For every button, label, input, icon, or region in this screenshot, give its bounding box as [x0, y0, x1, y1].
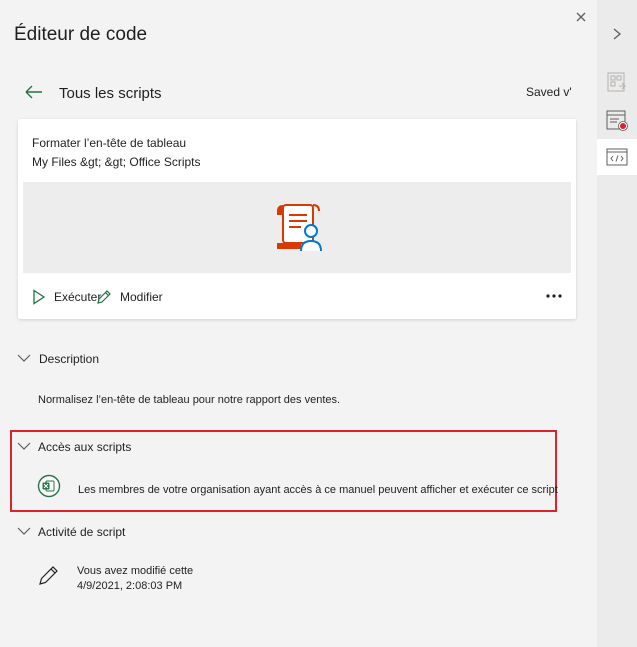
description-heading[interactable]: Description — [39, 352, 99, 366]
activity-timestamp: 4/9/2021, 2:08:03 PM — [77, 580, 183, 592]
play-icon — [33, 289, 46, 305]
script-card: Formater l’en-tête de tableau My Files &… — [18, 119, 576, 319]
excel-icon — [37, 474, 61, 498]
nav-title: Tous les scripts — [59, 85, 162, 102]
chevron-down-icon[interactable] — [17, 526, 31, 536]
script-preview — [23, 182, 571, 273]
script-gallery-button[interactable] — [597, 64, 637, 100]
script-path: My Files &gt; &gt; Office Scripts — [32, 155, 201, 169]
pane-title: Éditeur de code — [14, 24, 148, 45]
description-text: Normalisez l’en-tête de tableau pour not… — [38, 394, 341, 406]
code-editor-pane: Éditeur de code Tous les scripts Saved v… — [0, 0, 597, 647]
code-editor-icon — [606, 148, 628, 166]
run-label: Exécuter — [54, 290, 102, 304]
chevron-down-icon[interactable] — [17, 353, 31, 363]
chevron-down-icon[interactable] — [17, 441, 31, 451]
saved-status[interactable]: Saved v' — [526, 85, 572, 99]
run-button[interactable]: Exécuter — [32, 287, 101, 307]
script-gallery-icon — [607, 72, 626, 92]
chevron-right-icon — [613, 28, 622, 40]
script-person-icon — [277, 204, 322, 252]
pencil-icon — [97, 290, 111, 304]
script-title: Formater l’en-tête de tableau — [32, 136, 187, 150]
side-rail — [597, 0, 637, 647]
record-actions-icon — [606, 110, 628, 131]
pencil-icon — [39, 566, 58, 585]
edit-button[interactable]: Modifier — [96, 287, 163, 307]
close-icon[interactable] — [572, 8, 590, 26]
back-arrow-icon[interactable] — [24, 82, 44, 102]
access-heading[interactable]: Accès aux scripts — [38, 440, 131, 454]
edit-label: Modifier — [120, 290, 163, 304]
activity-line-1: Vous avez modifié cette — [77, 565, 194, 577]
more-icon[interactable] — [544, 289, 564, 303]
activity-heading[interactable]: Activité de script — [38, 525, 125, 539]
access-text: Les membres de votre organisation ayant … — [78, 484, 558, 496]
record-actions-button[interactable] — [597, 102, 637, 138]
collapse-button[interactable] — [597, 16, 637, 52]
code-editor-button[interactable] — [597, 139, 637, 175]
